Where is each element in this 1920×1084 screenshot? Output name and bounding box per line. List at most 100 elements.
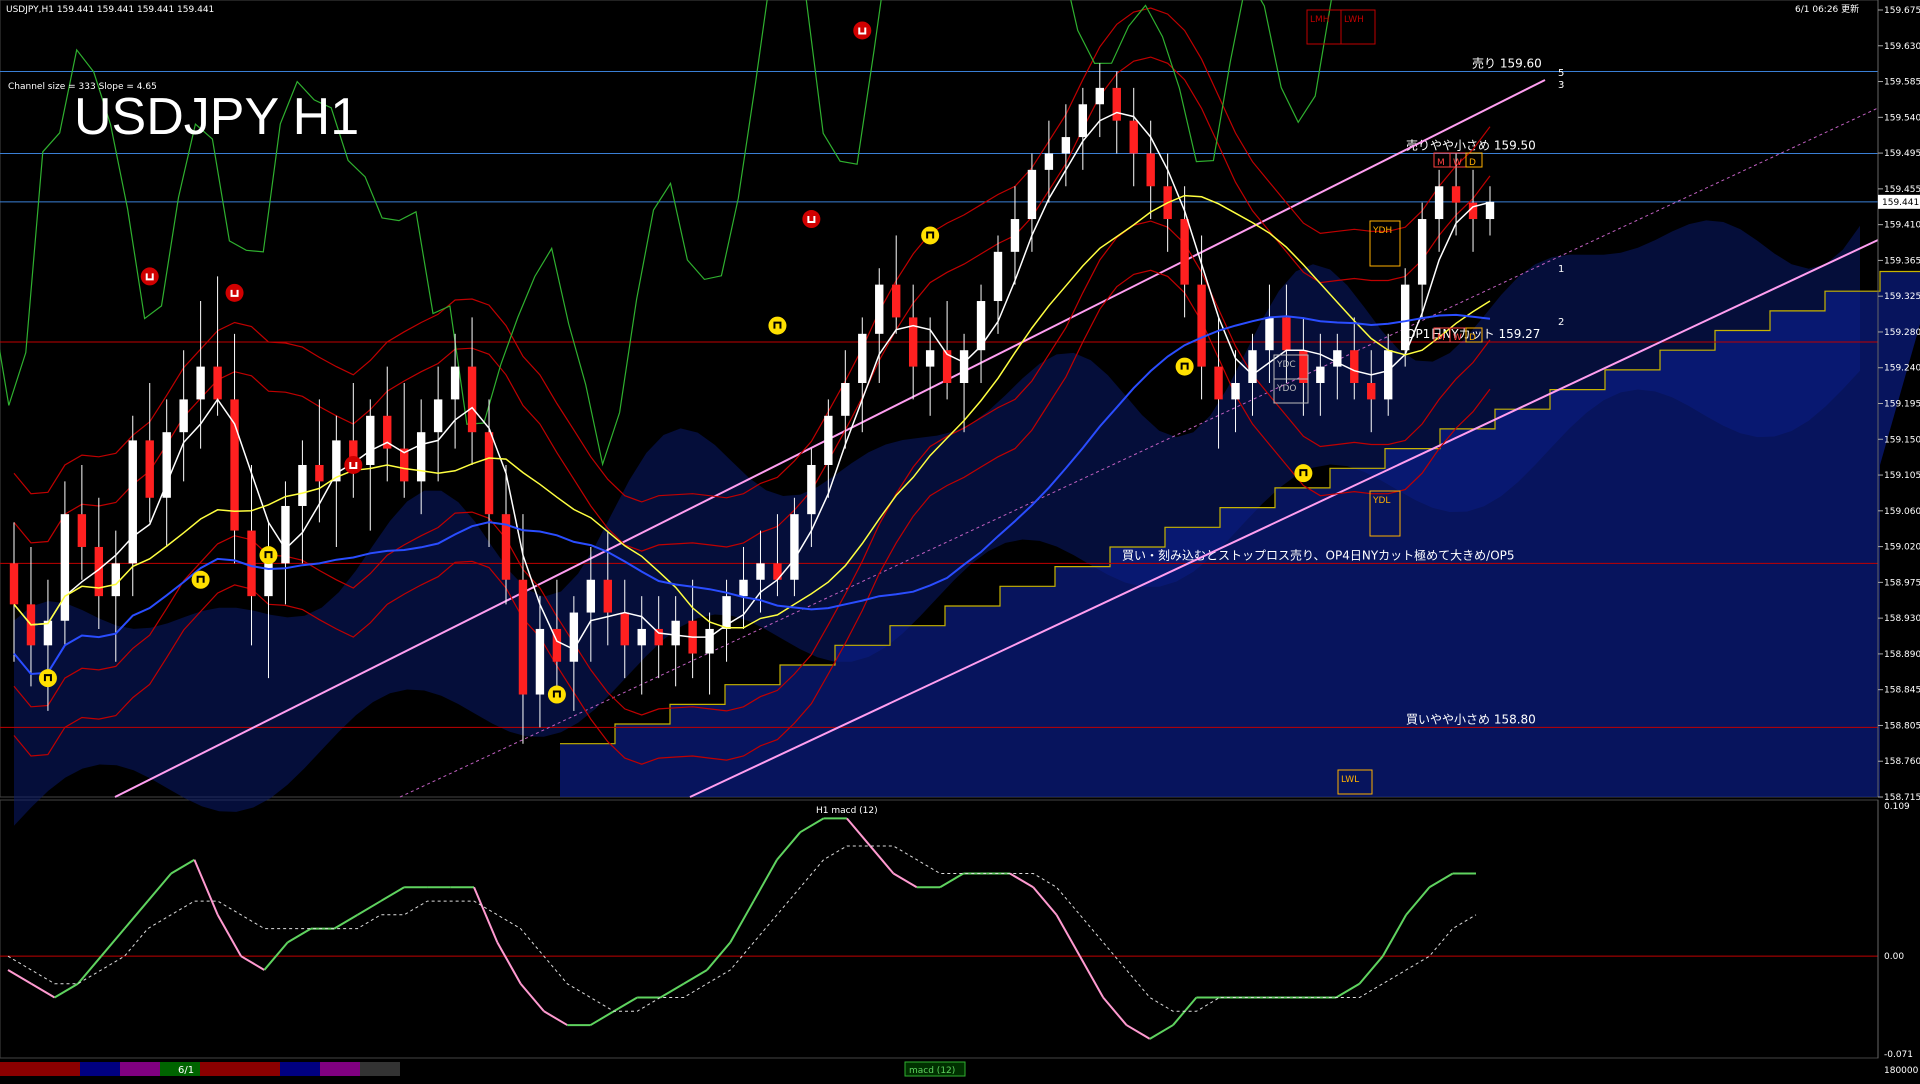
candle-body [603, 579, 612, 613]
candle-body [569, 612, 579, 662]
channel-number: 2 [1558, 317, 1564, 328]
candle-body [1417, 219, 1427, 285]
current-price-label: 159.441 [1882, 198, 1919, 208]
level-box-label: D [1469, 333, 1476, 343]
candle-body [1129, 120, 1138, 154]
price-tick-label: 159.195 [1884, 400, 1920, 410]
chart-canvas[interactable]: 売り 159.60売りやや小さめ 159.50OP1日NYカット 159.27買… [0, 0, 1920, 1080]
candle-body [128, 440, 137, 564]
level-box-label: D [1469, 158, 1476, 168]
price-tick-label: 159.675 [1884, 6, 1920, 16]
candle-body [807, 464, 816, 515]
price-tick-label: 158.805 [1884, 721, 1920, 731]
sell-marker [344, 455, 363, 474]
footer-segment [280, 1062, 320, 1076]
channel-number: 1 [1558, 264, 1564, 275]
candle-body [1468, 202, 1478, 220]
price-tick-label: 159.020 [1884, 543, 1920, 553]
buy-marker [921, 226, 940, 245]
candle-body [875, 284, 884, 334]
candle-body [925, 350, 935, 367]
buy-marker [768, 316, 787, 335]
candle-body [1384, 350, 1393, 400]
sell-marker [853, 21, 872, 40]
channel-number: 3 [1558, 80, 1564, 91]
chart-window[interactable]: 売り 159.60 売りやや小さめ 159.50 OP1日NYカット 159.27 買… [0, 0, 1920, 1080]
candle-body [535, 628, 545, 695]
chart-title: USDJPY H1 [74, 88, 359, 146]
footer-bar[interactable]: 6/1 macd (12) 180000 [0, 1061, 1919, 1077]
candle-body [790, 514, 799, 580]
price-tick-label: 159.540 [1884, 113, 1920, 123]
candle-body [213, 366, 222, 400]
macd-tick-label: -0.071 [1884, 1050, 1913, 1060]
price-tick-label: 158.760 [1884, 757, 1920, 767]
price-tick-label: 158.975 [1884, 578, 1920, 588]
candle-body [671, 620, 680, 646]
buy-marker [191, 570, 210, 589]
candle-body [1400, 284, 1410, 351]
candle-body [1180, 219, 1189, 285]
price-tick-label: 159.455 [1884, 185, 1920, 195]
update-time: 6/1 06:26 更新 [1795, 3, 1859, 15]
level-box-label: M [1437, 333, 1445, 343]
candle-body [1231, 383, 1240, 400]
footer-segment [240, 1062, 280, 1076]
symbol-line: USDJPY,H1 159.441 159.441 159.441 159.44… [6, 5, 214, 15]
footer-right-value: 180000 [1884, 1066, 1919, 1076]
footer-segment [120, 1062, 160, 1076]
price-tick-label: 159.150 [1884, 435, 1920, 445]
candle-body [315, 464, 324, 482]
candle-body [162, 432, 171, 498]
price-tick-label: 159.325 [1884, 292, 1920, 302]
footer-segment [200, 1062, 240, 1076]
price-tick-label: 159.365 [1884, 256, 1920, 266]
footer-segment [0, 1062, 40, 1076]
candle-body [111, 563, 120, 597]
candle-body [1282, 317, 1291, 351]
level-box-label: YDL [1372, 496, 1390, 506]
level-box-label: YDO [1276, 384, 1297, 394]
candle-body [1044, 153, 1054, 170]
level-label: 買いやや小さめ 158.80 [1406, 712, 1536, 726]
level-box-label: W [1453, 158, 1462, 168]
candle-body [654, 628, 663, 646]
level-label: 売り 159.60 [1472, 55, 1542, 70]
sell-marker [225, 283, 244, 302]
candle-body [959, 350, 969, 384]
candle-body [196, 366, 205, 400]
candle-body [416, 432, 426, 482]
candle-body [1316, 366, 1325, 384]
macd-pane [0, 799, 1879, 1059]
level-label: 買い・刻み込むとストップロス売り、OP4日NYカット極めて大きめ/OP5 [1122, 547, 1515, 562]
footer-indicator-label: macd (12) [909, 1066, 955, 1076]
buy-marker [38, 669, 57, 688]
level-box-label: LWL [1341, 775, 1359, 785]
candle-body [1146, 153, 1155, 187]
buy-marker [1294, 464, 1313, 483]
buy-marker [259, 546, 278, 565]
footer-date: 6/1 [178, 1065, 194, 1076]
candle-body [705, 628, 714, 654]
candle-body [1010, 219, 1020, 252]
level-box-label: M [1437, 158, 1445, 168]
candle-body [739, 579, 748, 597]
candle-body [756, 563, 765, 580]
level-box-label: LMH [1310, 15, 1330, 25]
candle-body [366, 415, 375, 465]
level-box-label: YDH [1372, 226, 1392, 236]
candle-body [247, 530, 256, 597]
footer-segment [320, 1062, 360, 1076]
candle-body [993, 251, 1003, 302]
candle-body [637, 628, 646, 646]
candle-body [484, 432, 494, 515]
candle-body [892, 284, 901, 318]
candle-body [467, 366, 477, 433]
footer-segment [80, 1062, 120, 1076]
candle-body [824, 415, 833, 465]
price-tick-label: 159.240 [1884, 364, 1920, 374]
price-tick-label: 159.105 [1884, 471, 1920, 481]
candle-body [77, 514, 87, 547]
price-axis: 159.675 159.630 159.585 159.540 159.495 159.4… [1877, 0, 1920, 803]
sell-marker [140, 267, 159, 286]
